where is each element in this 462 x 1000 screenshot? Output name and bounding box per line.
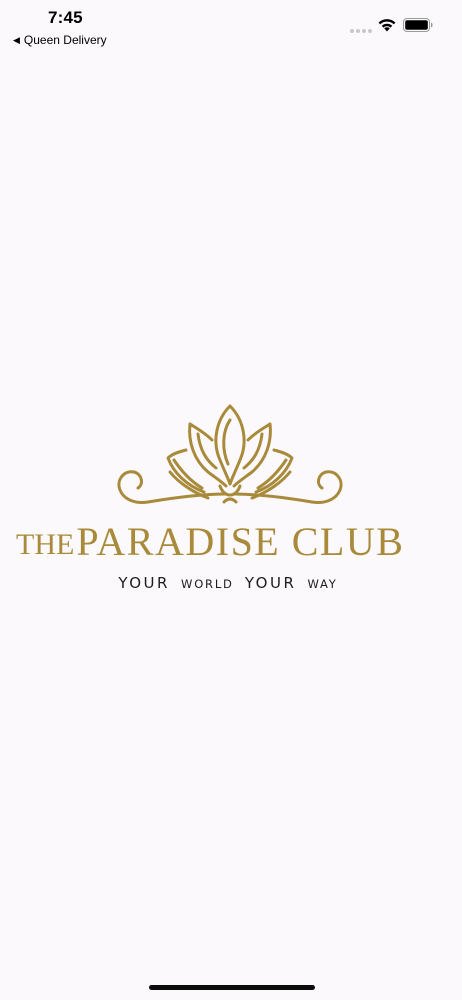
wifi-icon: [378, 19, 396, 32]
tagline-word-your-2: YOUR: [244, 574, 297, 592]
tagline-word-world: WORLD: [181, 577, 234, 591]
splash-screen: 7:45 ◀ Queen Delivery THE PARADISE CLUB …: [0, 0, 462, 1000]
logo-title: THE PARADISE CLUB: [16, 519, 446, 565]
lotus-crown-emblem-icon: [117, 404, 343, 504]
home-indicator[interactable]: [149, 985, 315, 990]
logo-title-main: PARADISE CLUB: [76, 519, 405, 564]
tagline-word-your-1: YOUR: [118, 574, 170, 592]
cellular-signal-icon: [350, 29, 372, 33]
status-time: 7:45: [48, 8, 83, 27]
tagline-word-way: WAY: [307, 577, 338, 591]
logo-tagline: YOUR WORLD YOUR WAY: [0, 573, 462, 592]
back-to-app-button[interactable]: ◀ Queen Delivery: [13, 33, 107, 47]
back-arrow-icon: ◀: [13, 35, 20, 45]
back-app-label: Queen Delivery: [23, 33, 107, 47]
battery-icon: [403, 18, 433, 32]
logo-title-prefix: THE: [16, 528, 75, 561]
